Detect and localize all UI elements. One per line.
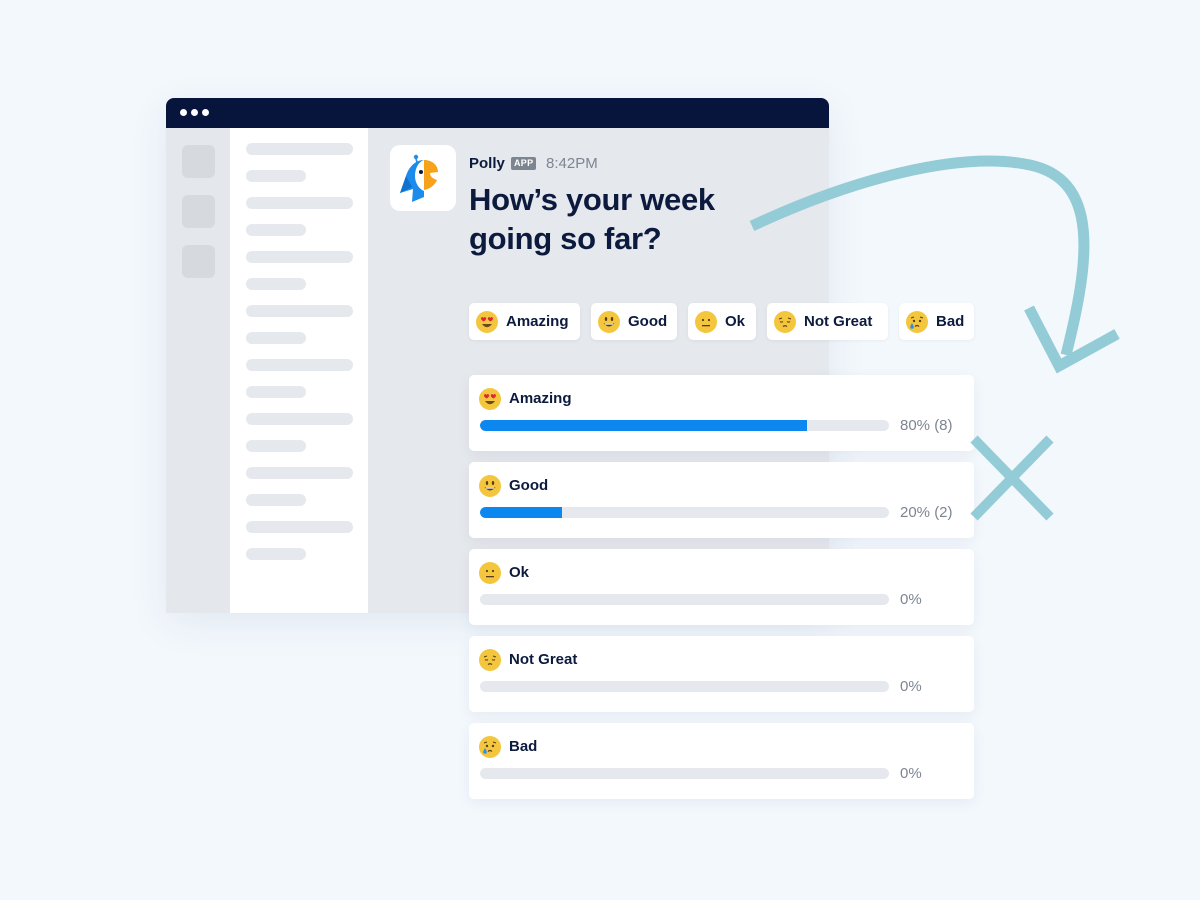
channel-placeholder[interactable]	[246, 224, 306, 236]
result-percent: 0%	[900, 678, 922, 695]
result-progress-track	[480, 768, 889, 779]
poll-result-card: Ok 0%	[469, 549, 974, 625]
window-dot-icon[interactable]	[191, 109, 198, 116]
poll-result-card: Amazing 80% (8)	[469, 375, 974, 451]
vote-option-label: Good	[628, 313, 668, 330]
vote-option-label: Amazing	[506, 313, 569, 330]
channel-placeholder[interactable]	[246, 467, 353, 479]
result-label: Good	[509, 477, 549, 494]
result-label: Not Great	[509, 651, 578, 668]
workspace-placeholder[interactable]	[182, 145, 215, 178]
pensive-face-emoji-icon	[479, 649, 501, 671]
channel-placeholder[interactable]	[246, 278, 306, 290]
result-percent: 80% (8)	[900, 417, 953, 434]
channel-placeholder[interactable]	[246, 521, 353, 533]
channel-placeholder[interactable]	[246, 143, 353, 155]
workspace-rail	[166, 128, 230, 613]
channel-placeholder[interactable]	[246, 305, 353, 317]
vote-option-button[interactable]: Bad	[899, 303, 974, 340]
vote-option-label: Bad	[936, 313, 965, 330]
vote-option-button[interactable]: Amazing	[469, 303, 580, 340]
crying-face-emoji-icon	[906, 310, 928, 333]
vote-option-button[interactable]: Good	[591, 303, 677, 340]
pensive-face-emoji-icon	[774, 310, 796, 333]
result-progress-fill	[480, 507, 562, 518]
poll-result-card: Not Great 0%	[469, 636, 974, 712]
result-progress-track	[480, 507, 889, 518]
sender-name[interactable]: Polly	[469, 155, 505, 172]
vote-option-button[interactable]: Ok	[688, 303, 756, 340]
channel-placeholder[interactable]	[246, 548, 306, 560]
poll-result-card: Good 20% (2)	[469, 462, 974, 538]
channel-placeholder[interactable]	[246, 440, 306, 452]
poll-question-line: going so far?	[469, 221, 662, 256]
workspace-placeholder[interactable]	[182, 195, 215, 228]
channel-placeholder[interactable]	[246, 413, 353, 425]
channel-sidebar	[230, 128, 368, 613]
channel-placeholder[interactable]	[246, 386, 306, 398]
channel-placeholder[interactable]	[246, 251, 353, 263]
crying-face-emoji-icon	[479, 736, 501, 758]
neutral-face-emoji-icon	[695, 310, 717, 333]
result-progress-track	[480, 681, 889, 692]
window-dot-icon[interactable]	[180, 109, 187, 116]
x-mark-icon	[970, 435, 1054, 521]
vote-option-label: Ok	[725, 313, 746, 330]
heart-eyes-emoji-icon	[479, 388, 501, 410]
result-label: Amazing	[509, 390, 572, 407]
polly-app-avatar[interactable]	[390, 145, 456, 211]
arrowhead-icon	[1024, 305, 1120, 374]
window-titlebar	[166, 98, 829, 128]
channel-placeholder[interactable]	[246, 494, 306, 506]
channel-placeholder[interactable]	[246, 170, 306, 182]
heart-eyes-emoji-icon	[476, 310, 498, 333]
window-dot-icon[interactable]	[202, 109, 209, 116]
grinning-emoji-icon	[598, 310, 620, 333]
result-percent: 20% (2)	[900, 504, 953, 521]
channel-placeholder[interactable]	[246, 332, 306, 344]
result-percent: 0%	[900, 765, 922, 782]
poll-question-line: How’s your week	[469, 182, 715, 217]
result-label: Ok	[509, 564, 530, 581]
workspace-placeholder[interactable]	[182, 245, 215, 278]
result-percent: 0%	[900, 591, 922, 608]
neutral-face-emoji-icon	[479, 562, 501, 584]
vote-option-button[interactable]: Not Great	[767, 303, 888, 340]
channel-placeholder[interactable]	[246, 359, 353, 371]
result-label: Bad	[509, 738, 538, 755]
vote-option-label: Not Great	[804, 313, 873, 330]
message-timestamp[interactable]: 8:42PM	[546, 155, 598, 172]
result-progress-track	[480, 420, 889, 431]
poll-result-card: Bad 0%	[469, 723, 974, 799]
grinning-emoji-icon	[479, 475, 501, 497]
channel-placeholder[interactable]	[246, 197, 353, 209]
result-progress-track	[480, 594, 889, 605]
parrot-logo-icon	[400, 154, 438, 202]
result-progress-fill	[480, 420, 808, 431]
app-badge: APP	[511, 157, 537, 170]
poll-question: How’s your week going so far?	[469, 180, 789, 258]
